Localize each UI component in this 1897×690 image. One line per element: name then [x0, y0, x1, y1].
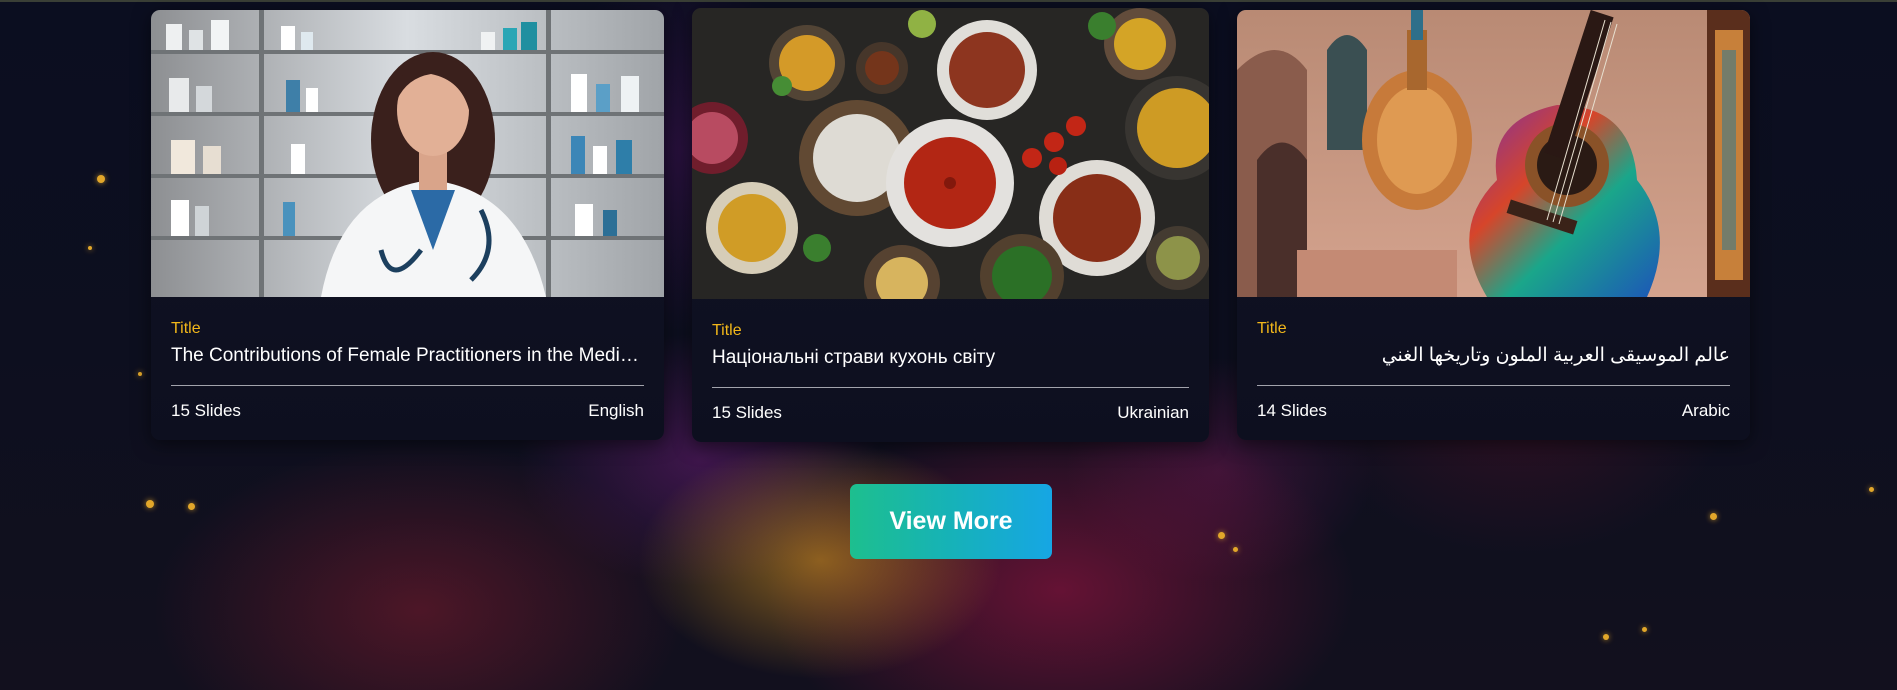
presentation-card[interactable]: Title The Contributions of Female Practi… — [151, 10, 664, 440]
top-divider — [0, 0, 1897, 2]
slide-count: 15 Slides — [712, 403, 782, 422]
language-label: Ukrainian — [1117, 403, 1189, 422]
card-label: Title — [171, 320, 201, 337]
card-label: Title — [1257, 320, 1287, 337]
presentation-card[interactable]: Title عالم الموسيقى العربية الملون وتاري… — [1237, 10, 1750, 440]
card-thumbnail-food — [692, 8, 1209, 299]
card-divider — [171, 385, 644, 386]
card-title[interactable]: Національні страви кухонь світу — [712, 345, 1189, 371]
language-label: Arabic — [1681, 401, 1730, 420]
view-more-button[interactable]: View More — [850, 484, 1052, 559]
card-title[interactable]: The Contributions of Female Practitioner… — [171, 343, 644, 369]
slide-count: 15 Slides — [171, 401, 241, 420]
card-label: Title — [712, 322, 742, 339]
card-title[interactable]: عالم الموسيقى العربية الملون وتاريخها ال… — [1257, 343, 1730, 369]
card-thumbnail-doctor — [151, 10, 664, 297]
card-divider — [1257, 385, 1730, 386]
presentation-card[interactable]: Title Національні страви кухонь світу 15… — [692, 8, 1209, 442]
card-thumbnail-guitar — [1237, 10, 1750, 297]
language-label: English — [588, 401, 644, 420]
card-divider — [712, 387, 1189, 388]
slide-count: 14 Slides — [1257, 401, 1327, 420]
